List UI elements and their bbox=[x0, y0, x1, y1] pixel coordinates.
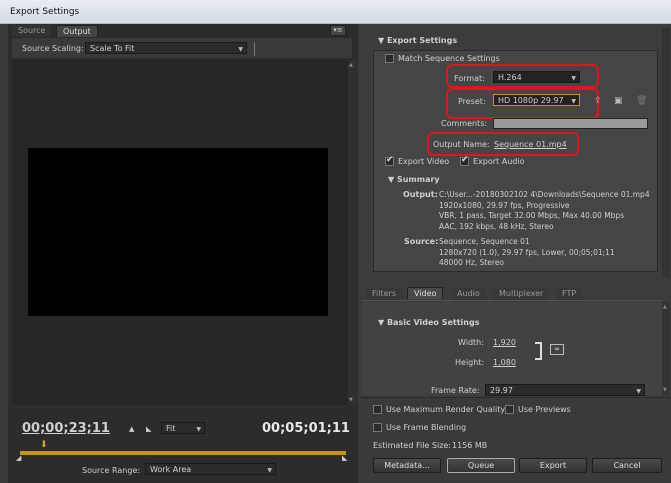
summary-header[interactable]: ▼ Summary bbox=[388, 175, 440, 184]
chevron-down-icon: ▼ bbox=[636, 388, 641, 395]
basic-video-title: Basic Video Settings bbox=[386, 318, 480, 327]
export-video-checkbox[interactable]: Export Video bbox=[385, 155, 450, 166]
divider bbox=[254, 42, 255, 56]
comments-input[interactable] bbox=[493, 118, 648, 129]
tab-audio[interactable]: Audio bbox=[451, 288, 486, 300]
summary-output-line: C:\User...-20180302102 4\Downloads\Seque… bbox=[439, 190, 650, 199]
tab-video[interactable]: Video bbox=[407, 287, 444, 299]
panel-menu-icon[interactable]: ▾≡ bbox=[330, 25, 346, 36]
import-preset-icon[interactable]: ▣ bbox=[614, 96, 623, 106]
basic-video-header[interactable]: ▼ Basic Video Settings bbox=[378, 318, 479, 327]
match-sequence-box[interactable] bbox=[385, 54, 394, 63]
export-settings-header[interactable]: ▼ Export Settings bbox=[378, 36, 457, 45]
chevron-down-icon: ▼ bbox=[238, 46, 243, 53]
chevron-down-icon: ▼ bbox=[196, 426, 201, 433]
frame-rate-label: Frame Rate: bbox=[431, 386, 480, 395]
aspect-bracket bbox=[535, 342, 542, 360]
source-scaling-value: Scale To Fit bbox=[90, 44, 135, 53]
summary-source-line: 48000 Hz, Stereo bbox=[439, 258, 505, 267]
in-marker-icon[interactable]: ◢ bbox=[16, 454, 21, 462]
duration-timecode: 00;05;01;11 bbox=[262, 421, 350, 436]
max-render-label: Use Maximum Render Quality bbox=[386, 405, 506, 414]
zoom-fit-value: Fit bbox=[166, 424, 176, 433]
set-in-point-icon[interactable]: ▲ bbox=[129, 425, 134, 433]
link-icon[interactable]: ∞ bbox=[550, 344, 564, 355]
video-settings-area bbox=[362, 302, 662, 395]
source-scaling-label: Source Scaling: bbox=[22, 44, 84, 53]
max-render-checkbox[interactable]: Use Maximum Render Quality bbox=[373, 405, 505, 414]
tab-ftp[interactable]: FTP bbox=[556, 288, 583, 300]
summary-output-line: VBR, 1 pass, Target 32.00 Mbps, Max 40.0… bbox=[439, 211, 625, 220]
use-previews-label: Use Previews bbox=[518, 405, 571, 414]
width-label: Width: bbox=[458, 338, 484, 347]
current-timecode[interactable]: 00;00;23;11 bbox=[22, 421, 110, 436]
timeline-track[interactable] bbox=[20, 451, 346, 455]
max-render-box[interactable] bbox=[373, 405, 382, 414]
comments-label: Comments: bbox=[441, 119, 488, 128]
playhead-icon[interactable]: ⬇ bbox=[40, 440, 48, 450]
source-scaling-dropdown[interactable]: Scale To Fit ▼ bbox=[85, 42, 247, 54]
source-range-label: Source Range: bbox=[82, 466, 141, 475]
export-video-box[interactable] bbox=[385, 155, 394, 166]
frame-rate-dropdown[interactable]: 29.97 ▼ bbox=[485, 384, 645, 396]
use-previews-checkbox[interactable]: Use Previews bbox=[505, 405, 571, 414]
summary-source-line: 1280x720 (1.0), 29.97 fps, Lower, 00;05;… bbox=[439, 247, 615, 257]
delete-preset-icon[interactable]: 🗑 bbox=[636, 96, 647, 106]
video-preview bbox=[28, 148, 328, 316]
summary-output-lines: C:\User...-20180302102 4\Downloads\Seque… bbox=[439, 190, 650, 232]
summary-title: Summary bbox=[396, 175, 440, 184]
summary-source-label: Source: bbox=[404, 237, 439, 246]
right-scrollbar-top[interactable] bbox=[662, 28, 670, 278]
frame-blending-box[interactable] bbox=[373, 423, 382, 432]
preset-highlight bbox=[446, 88, 599, 119]
save-preset-icon[interactable]: ⇪ bbox=[594, 96, 602, 106]
zoom-fit-dropdown[interactable]: Fit ▼ bbox=[161, 422, 205, 434]
preview-scrollbar[interactable]: ▲ ▼ bbox=[348, 60, 356, 405]
metadata-button[interactable]: Metadata... bbox=[373, 458, 441, 473]
export-button[interactable]: Export bbox=[519, 458, 587, 473]
summary-source-lines: Sequence, Sequence 01 1280x720 (1.0), 29… bbox=[439, 237, 615, 269]
export-audio-label: Export Audio bbox=[473, 157, 525, 166]
tab-multiplexer[interactable]: Multiplexer bbox=[493, 288, 550, 300]
window-title: Export Settings bbox=[10, 7, 80, 17]
use-previews-box[interactable] bbox=[505, 405, 514, 414]
summary-source-line: Sequence, Sequence 01 bbox=[439, 237, 530, 246]
export-settings-title: Export Settings bbox=[386, 36, 458, 45]
source-range-dropdown[interactable]: Work Area ▼ bbox=[145, 463, 276, 475]
export-video-label: Export Video bbox=[398, 157, 450, 166]
collapse-icon: ▼ bbox=[378, 318, 387, 327]
frame-blending-checkbox[interactable]: Use Frame Blending bbox=[373, 423, 466, 432]
file-size-value: 1156 MB bbox=[452, 441, 488, 450]
output-name-highlight bbox=[427, 132, 579, 156]
file-size-label: Estimated File Size: bbox=[373, 441, 452, 450]
frame-blending-label: Use Frame Blending bbox=[386, 423, 467, 432]
summary-output-label: Output: bbox=[403, 190, 438, 199]
width-value[interactable]: 1,920 bbox=[493, 338, 516, 347]
queue-button[interactable]: Queue bbox=[447, 458, 515, 473]
tab-output[interactable]: Output bbox=[56, 25, 98, 37]
title-bar: Export Settings bbox=[0, 0, 671, 24]
collapse-icon: ▼ bbox=[388, 175, 397, 184]
tab-source[interactable]: Source bbox=[12, 25, 52, 37]
format-highlight bbox=[446, 64, 599, 88]
collapse-icon: ▼ bbox=[378, 36, 387, 45]
cancel-button[interactable]: Cancel bbox=[592, 458, 662, 473]
export-audio-box[interactable] bbox=[460, 155, 469, 166]
out-marker-icon[interactable]: ◣ bbox=[342, 454, 347, 462]
right-scrollbar-bottom[interactable]: ▲ ▼ bbox=[662, 302, 670, 395]
tab-filters[interactable]: Filters bbox=[366, 288, 402, 300]
frame-rate-value: 29.97 bbox=[490, 386, 513, 395]
summary-output-line: 1920x1080, 29.97 fps, Progressive bbox=[439, 200, 570, 210]
set-out-point-icon[interactable]: ◣ bbox=[146, 425, 151, 433]
match-sequence-checkbox[interactable]: Match Sequence Settings bbox=[385, 54, 500, 63]
height-value[interactable]: 1,080 bbox=[493, 358, 516, 367]
match-sequence-label: Match Sequence Settings bbox=[398, 54, 500, 63]
summary-output-line: AAC, 192 kbps, 48 kHz, Stereo bbox=[439, 221, 554, 231]
height-label: Height: bbox=[455, 358, 485, 367]
chevron-down-icon: ▼ bbox=[267, 467, 272, 474]
source-range-value: Work Area bbox=[150, 465, 192, 474]
export-audio-checkbox[interactable]: Export Audio bbox=[460, 155, 525, 166]
